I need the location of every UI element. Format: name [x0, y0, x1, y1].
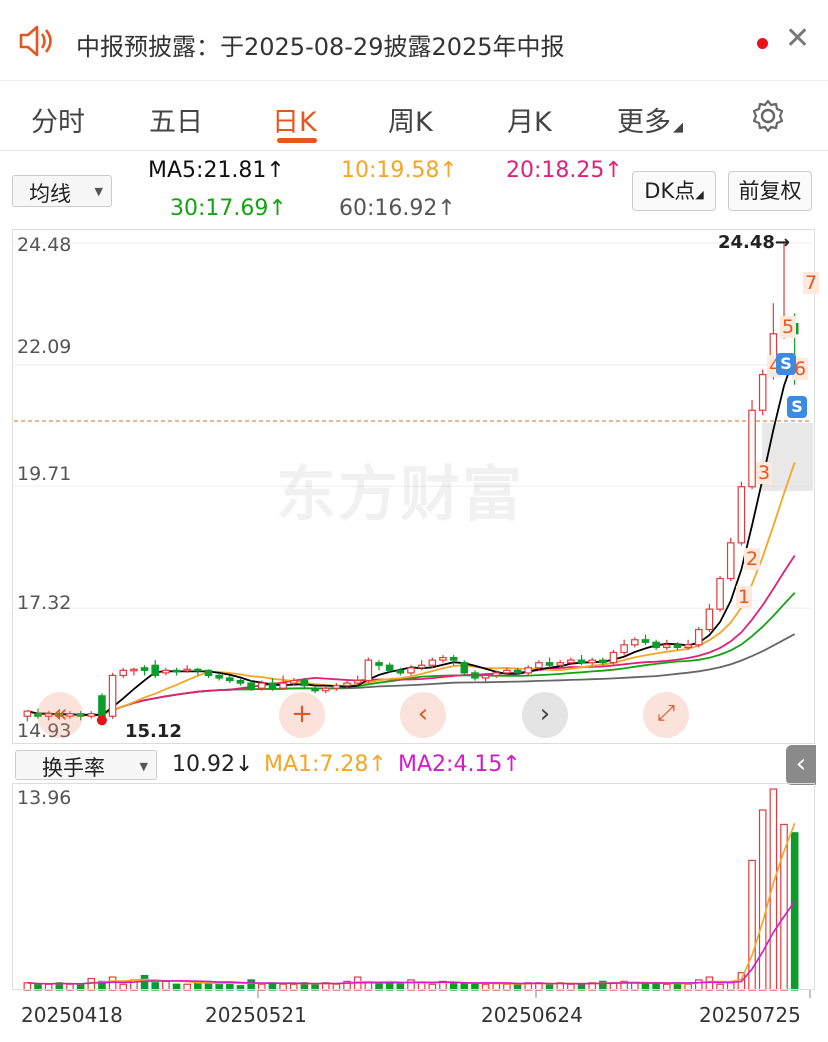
- candle-body: [300, 679, 309, 687]
- candle-body: [204, 669, 213, 677]
- peak-price-label: 24.48→: [718, 232, 791, 253]
- candle-body: [321, 687, 330, 692]
- candle-body: [183, 668, 191, 672]
- candle-body: [481, 674, 490, 679]
- volume-indicator-label: 换手率: [42, 756, 105, 780]
- candle-body: [87, 713, 96, 717]
- candle-body: [417, 664, 426, 669]
- rewind-icon[interactable]: «: [37, 692, 83, 738]
- candle-body: [535, 662, 543, 669]
- candle-body: [343, 682, 351, 687]
- candle-body: [268, 682, 277, 689]
- volume-axis-label: 13.96: [17, 787, 72, 809]
- candle-body: [279, 682, 287, 689]
- candle-body: [524, 667, 533, 674]
- candle-body: [588, 659, 596, 664]
- crosshair-icon[interactable]: +: [279, 692, 325, 738]
- candle-body: [545, 662, 554, 666]
- scroll-left-icon[interactable]: ‹: [400, 692, 446, 738]
- candle-body: [599, 659, 607, 664]
- candle-body: [748, 409, 756, 488]
- candle-body: [23, 710, 32, 717]
- candle-body: [311, 687, 319, 692]
- scroll-right-icon[interactable]: ›: [522, 692, 568, 738]
- candle-body: [226, 677, 234, 682]
- candle-body: [257, 682, 266, 689]
- candle-body: [119, 669, 128, 677]
- sell-signal-icon[interactable]: S: [787, 396, 807, 418]
- candle-body: [396, 669, 405, 674]
- marker-1[interactable]: 1: [736, 586, 753, 608]
- candle-body: [492, 672, 501, 677]
- marker-3[interactable]: 3: [756, 462, 773, 484]
- candle-body: [694, 628, 703, 646]
- candle-body: [162, 669, 170, 674]
- candle-body: [631, 639, 639, 646]
- candle-body: [375, 662, 383, 666]
- turnover-ma1: MA1:7.28↑: [264, 752, 387, 777]
- candle-body: [172, 669, 181, 673]
- candle-body: [716, 577, 724, 610]
- candle-body: [737, 486, 746, 544]
- price-axis-label: 24.48: [17, 234, 72, 256]
- volume-chart-frame: [12, 783, 815, 990]
- candle-body: [385, 664, 394, 671]
- date-label: 20250725: [699, 1003, 801, 1027]
- date-label: 20250521: [205, 1003, 307, 1027]
- candle-body: [513, 669, 522, 674]
- candle-body: [577, 659, 586, 664]
- candle-body: [130, 668, 138, 672]
- candle-body: [194, 668, 202, 672]
- candle-body: [140, 667, 149, 671]
- candle-body: [428, 659, 437, 666]
- candle-body: [567, 659, 575, 664]
- candle-body: [98, 695, 106, 717]
- candle-body: [236, 679, 245, 684]
- marker-7[interactable]: 7: [803, 272, 820, 294]
- candle-body: [726, 542, 735, 580]
- candle-body: [439, 656, 447, 661]
- price-axis-label: 17.32: [17, 592, 72, 614]
- candle-body: [108, 674, 117, 717]
- candle-body: [620, 644, 628, 654]
- date-label: 20250624: [481, 1003, 583, 1027]
- candle-body: [407, 667, 415, 674]
- fullscreen-icon[interactable]: ⤢: [643, 692, 689, 738]
- candle-body: [460, 662, 469, 674]
- turnover-ma2: MA2:4.15↑: [398, 752, 521, 777]
- candle-body: [705, 608, 714, 631]
- candle-body: [289, 679, 298, 684]
- candle-body: [503, 669, 511, 674]
- candle-body: [364, 659, 373, 682]
- low-price-label: 15.12: [125, 721, 182, 742]
- date-label: 20250418: [21, 1003, 123, 1027]
- turnover-value: 10.92↓: [172, 752, 254, 777]
- candle-body: [151, 664, 160, 677]
- ma20-line: [27, 555, 796, 716]
- candle-body: [662, 644, 671, 648]
- marker-5[interactable]: 5: [780, 316, 797, 338]
- candle-body: [353, 679, 362, 684]
- low-point-dot: [96, 715, 107, 726]
- collapse-panel-icon[interactable]: ‹: [786, 745, 816, 785]
- candle-body: [673, 644, 682, 648]
- candle-body: [609, 651, 618, 664]
- price-axis-label: 22.09: [17, 336, 72, 358]
- candle-body: [684, 644, 692, 648]
- candle-body: [332, 685, 341, 689]
- marker-2[interactable]: 2: [744, 548, 761, 570]
- candle-body: [556, 662, 565, 666]
- candle-body: [449, 656, 458, 661]
- candle-body: [215, 674, 223, 679]
- price-axis-label: 19.71: [17, 463, 72, 485]
- dropdown-icon: ▼: [139, 760, 148, 773]
- candle-body: [758, 373, 767, 411]
- candle-body: [641, 639, 650, 643]
- candle-body: [652, 641, 660, 648]
- watermark: 东方财富: [276, 460, 524, 530]
- candle-body: [471, 672, 479, 679]
- candle-body: [247, 682, 255, 689]
- volume-indicator-select[interactable]: 换手率 ▼: [15, 750, 157, 780]
- sell-signal-icon[interactable]: S: [776, 353, 796, 375]
